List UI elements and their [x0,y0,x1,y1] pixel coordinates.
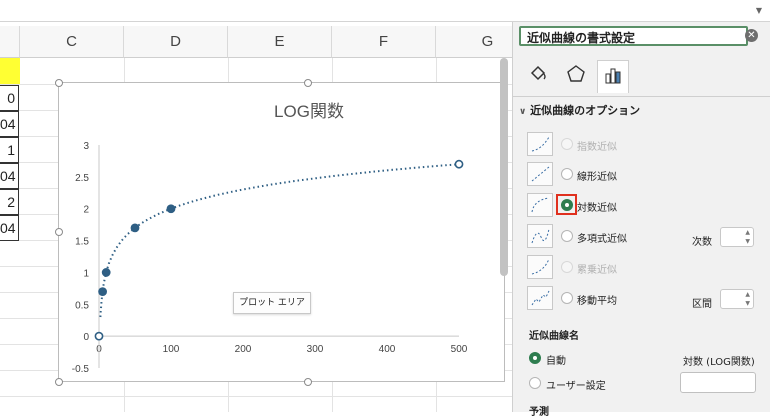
cell-value[interactable]: 04 [0,163,19,189]
data-point[interactable] [98,287,107,297]
fill-line-tab[interactable] [523,60,553,92]
option-linear[interactable]: 線形近似 [513,162,770,188]
forecast-heading: 予測 [529,407,549,418]
pane-tabs [513,56,770,97]
exponential-trend-icon [527,132,553,156]
moving-average-radio[interactable] [561,292,573,304]
chart-area[interactable]: LOG関数 32.521.510.50-0.5 0100200300400500 [58,82,505,382]
highlighted-cell[interactable] [0,58,20,85]
pane-title: 近似曲線の書式設定 [519,26,748,46]
x-tick-label: 200 [235,344,252,355]
cell-value[interactable]: 0 [0,85,19,111]
power-radio[interactable] [561,261,573,273]
close-icon[interactable]: ✕ [745,29,758,42]
trendline-options-tab[interactable] [597,60,629,93]
period-stepper[interactable]: ▲ ▼ [720,289,754,309]
pentagon-icon [567,65,585,82]
y-tick-label: 2 [83,205,89,216]
resize-handle[interactable] [304,378,312,386]
option-exponential[interactable]: 指数近似 [513,132,770,158]
x-tick-label: 300 [307,344,324,355]
column-header-e[interactable]: E [228,26,332,58]
paint-bucket-icon [530,65,546,81]
linear-trend-icon [527,162,553,186]
chart-svg[interactable]: LOG関数 32.521.510.50-0.5 0100200300400500 [59,83,504,381]
period-label: 区間 [692,299,712,310]
trendline-name-heading: 近似曲線名 [529,331,579,342]
exponential-label: 指数近似 [577,142,617,153]
exponential-radio[interactable] [561,138,573,150]
formula-bar[interactable]: ▼ [0,0,770,22]
data-point[interactable] [166,204,176,214]
x-tick-label: 400 [379,344,396,355]
column-header-g[interactable]: G [436,26,512,58]
section-trendline-options[interactable]: ∨ 近似曲線のオプション [519,102,640,118]
custom-name-radio[interactable] [529,377,541,389]
y-tick-label: 0 [83,332,89,343]
column-header-c[interactable]: C [20,26,124,58]
moving-average-label: 移動平均 [577,296,617,307]
power-label: 累乗近似 [577,265,617,276]
y-tick-label: 0.5 [75,300,89,311]
bar-chart-icon [605,68,621,84]
highlight-box [556,194,577,215]
column-header-b[interactable] [0,26,20,58]
y-tick-label: 1 [83,268,89,279]
chevron-down-icon[interactable]: ▼ [756,6,762,15]
chart-title[interactable]: LOG関数 [274,102,344,121]
cell-value[interactable]: 04 [0,111,19,137]
option-power[interactable]: 累乗近似 [513,255,770,281]
custom-name-label: ユーザー設定 [546,381,606,392]
order-stepper[interactable]: ▲ ▼ [720,227,754,247]
custom-name-input[interactable] [680,372,756,393]
x-tick-label: 500 [451,344,468,355]
cell-value[interactable]: 1 [0,137,19,163]
data-point[interactable] [101,268,111,277]
section-label: 近似曲線のオプション [530,104,641,117]
auto-name-radio[interactable] [529,352,541,364]
logarithmic-label: 対数近似 [577,203,617,214]
resize-handle[interactable] [304,79,312,87]
column-header-d[interactable]: D [124,26,228,58]
power-trend-icon [527,255,553,279]
order-label: 次数 [692,237,712,248]
format-trendline-pane: 近似曲線の書式設定 ✕ ∨ 近似曲線のオプション 指数近似 線形近似 対数近似 [512,22,770,418]
polynomial-trend-icon [527,224,553,248]
cell-value[interactable]: 04 [0,215,19,241]
moving-average-icon [527,286,553,310]
x-tick-label: 100 [163,344,180,355]
option-logarithmic[interactable]: 対数近似 [513,193,770,219]
linear-radio[interactable] [561,168,573,180]
data-point[interactable] [130,223,140,233]
data-point[interactable] [454,159,464,169]
y-tick-label: 1.5 [75,237,89,248]
y-tick-label: -0.5 [72,364,90,375]
chevron-down-icon[interactable]: ∨ [519,107,526,117]
resize-handle[interactable] [55,228,63,236]
resize-handle[interactable] [55,378,63,386]
y-tick-label: 3 [83,141,89,152]
vertical-scrollbar[interactable] [500,58,508,276]
logarithmic-trend-icon [527,193,553,217]
cell-value[interactable]: 2 [0,189,19,215]
data-point[interactable] [94,331,104,341]
linear-label: 線形近似 [577,172,617,183]
auto-name-label: 自動 [546,356,566,367]
polynomial-label: 多項式近似 [577,234,627,245]
column-header-f[interactable]: F [332,26,436,58]
y-tick-label: 2.5 [75,173,89,184]
resize-handle[interactable] [55,79,63,87]
plot-area-tooltip: プロット エリア [233,292,311,314]
auto-name-value: 対数 (LOG関数) [683,357,755,368]
polynomial-radio[interactable] [561,230,573,242]
effects-tab[interactable] [561,60,591,92]
